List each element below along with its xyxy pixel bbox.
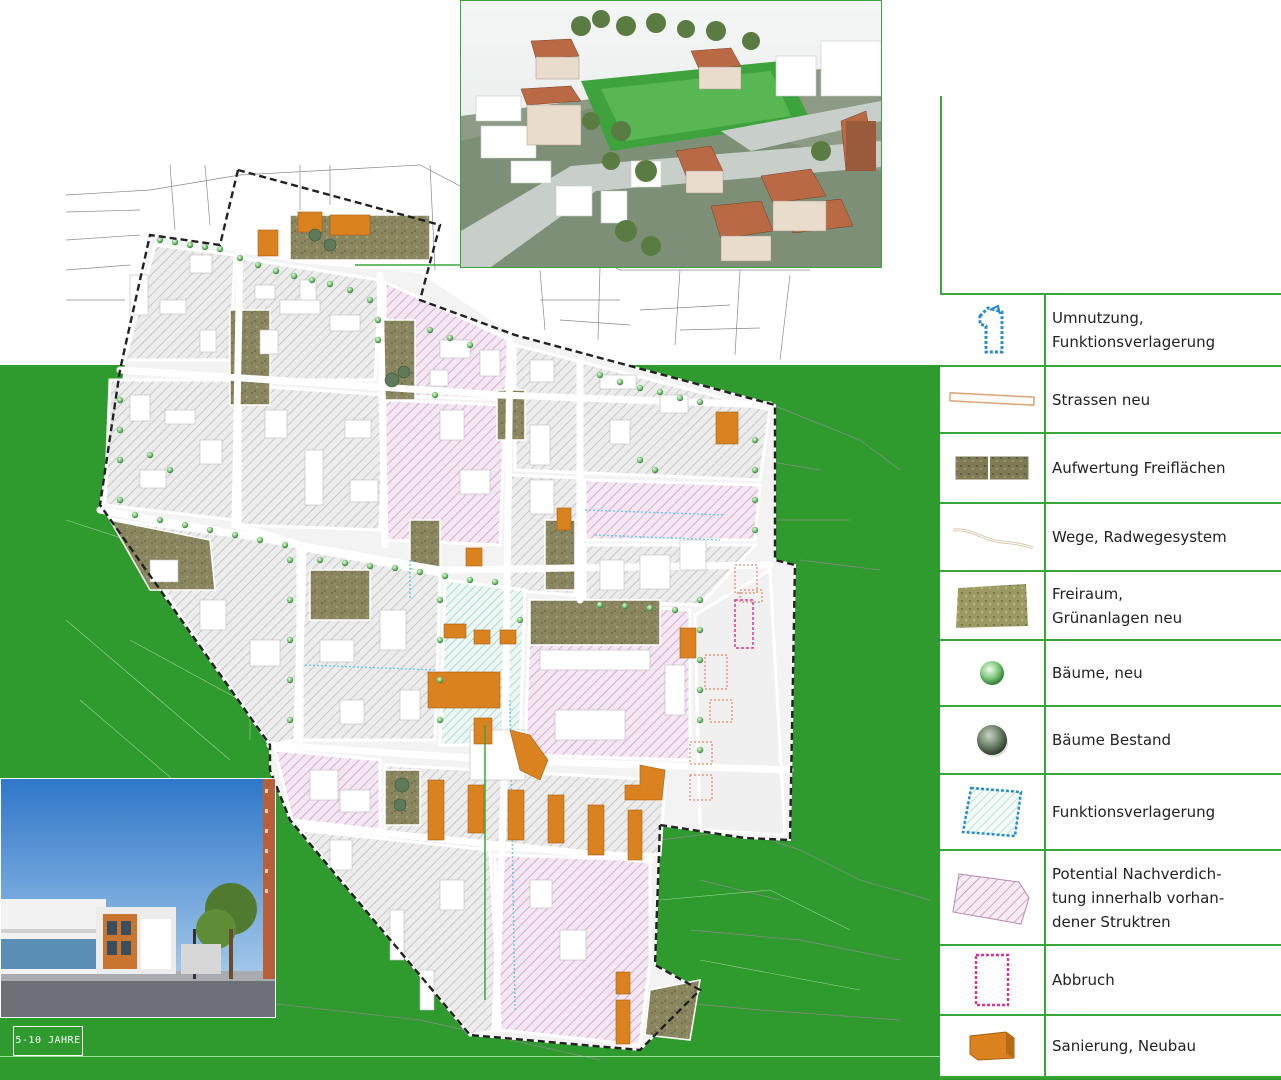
timeline-label: 5-10 JAHRE (13, 1026, 83, 1056)
bottom-divider (0, 1056, 940, 1057)
legend-row-umnutzung: Umnutzung, Funktionsverlagerung (940, 295, 1281, 367)
densification-hatch-icon (940, 851, 1046, 944)
legend-row-baeume-neu: Bäume, neu (940, 641, 1281, 707)
street-render-image (0, 778, 276, 1018)
legend-row-baeume-bestand: Bäume Bestand (940, 707, 1281, 775)
legend-label: Freiraum, Grünanlagen neu (1052, 584, 1183, 627)
renovation-building-icon (940, 1016, 1046, 1076)
function-relocation-icon (940, 775, 1046, 849)
open-space-upgrade-icon (940, 434, 1046, 502)
tree-existing-icon (940, 707, 1046, 773)
legend-row-nachverdichtung: Potential Nachverdich- tung innerhalb vo… (940, 851, 1281, 946)
building-relocation-icon (940, 295, 1046, 365)
legend-label: Potential Nachverdich- tung innerhalb vo… (1052, 864, 1225, 931)
legend-label: Wege, Radwegesystem (1052, 528, 1227, 546)
path-cycle-icon (940, 504, 1046, 570)
legend-row-aufwertung: Aufwertung Freiflächen (940, 434, 1281, 504)
legend-label: Sanierung, Neubau (1052, 1037, 1197, 1055)
legend-header-space (942, 96, 1281, 293)
map-legend: Umnutzung, Funktionsverlagerung Strassen… (940, 293, 1281, 1078)
legend-row-wege: Wege, Radwegesystem (940, 504, 1281, 572)
legend-label: Bäume Bestand (1052, 731, 1172, 749)
legend-label: Funktionsverlagerung (1052, 803, 1216, 821)
green-space-new-icon (940, 572, 1046, 639)
legend-label: Abbruch (1052, 971, 1115, 989)
legend-row-freiraum: Freiraum, Grünanlagen neu (940, 572, 1281, 641)
legend-label: Bäume, neu (1052, 664, 1143, 682)
new-street-icon (940, 367, 1046, 432)
masterplan-page: 5-10 JAHRE Umnutzung, Funktionsverlageru… (0, 0, 1281, 1080)
legend-row-sanierung: Sanierung, Neubau (940, 1016, 1281, 1078)
demolition-icon (940, 946, 1046, 1014)
legend-label: Aufwertung Freiflächen (1052, 459, 1226, 477)
legend-label: Strassen neu (1052, 390, 1151, 409)
tree-new-icon (940, 641, 1046, 705)
legend-row-abbruch: Abbruch (940, 946, 1281, 1016)
legend-row-strassen: Strassen neu (940, 367, 1281, 434)
legend-label: Umnutzung, Funktionsverlagerung (1052, 309, 1216, 351)
legend-row-funktionsverlagerung: Funktionsverlagerung (940, 775, 1281, 851)
aerial-render-image (460, 0, 882, 268)
